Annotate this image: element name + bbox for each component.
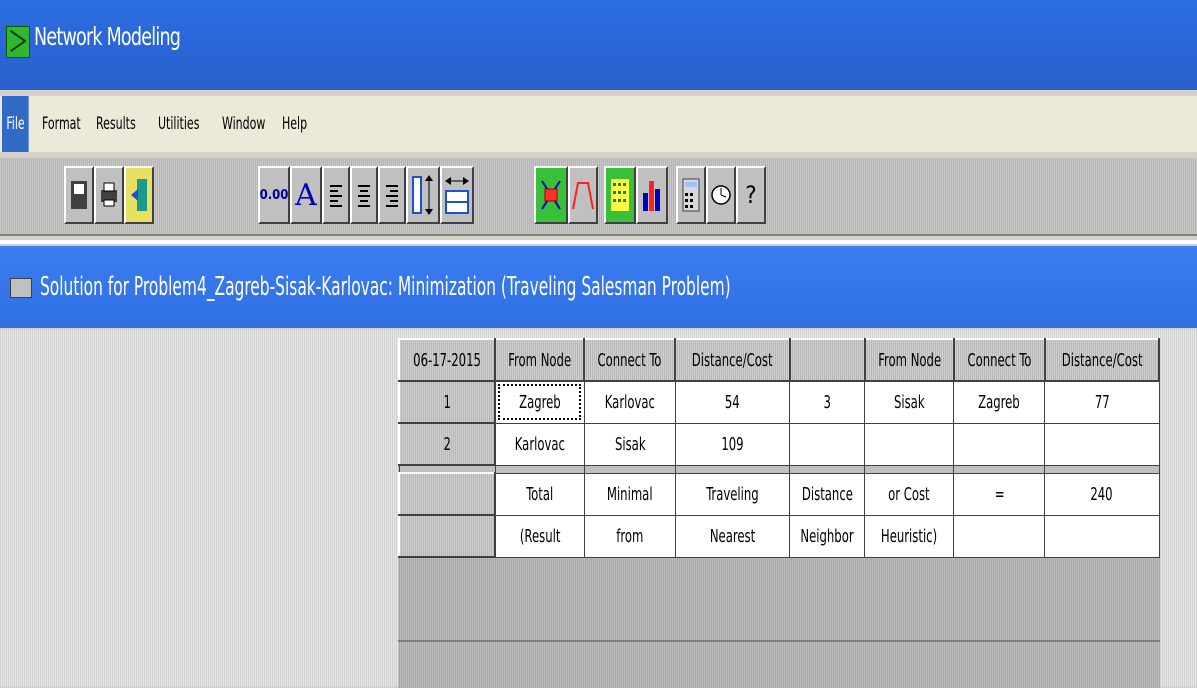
column-header: Distance/Cost (1043, 338, 1161, 382)
summary-cell[interactable]: Heuristic) (864, 514, 955, 558)
row-height-icon[interactable] (406, 166, 440, 224)
row-header[interactable]: 1 (397, 380, 497, 424)
column-header: From Node (494, 338, 586, 382)
summary-row: Total Minimal Traveling Distance or Cost… (397, 472, 1160, 516)
date-header: 06-17-2015 (397, 338, 497, 382)
graph-network-icon[interactable] (534, 166, 568, 224)
solution-table: 06-17-2015 From Node Connect To Distance… (397, 338, 1161, 558)
summary-cell[interactable] (953, 514, 1046, 558)
table-row: 1 Zagreb Karlovac 54 3 Sisak Zagreb 77 (397, 380, 1160, 424)
menu-file[interactable]: File (2, 96, 29, 152)
menu-help[interactable]: Help (282, 96, 307, 152)
chart-line-icon[interactable] (568, 166, 598, 224)
menu-utilities[interactable]: Utilities (158, 96, 199, 152)
header-row: 06-17-2015 From Node Connect To Distance… (397, 338, 1161, 382)
row-header[interactable]: 2 (397, 422, 497, 466)
table-row: 2 Karlovac Sisak 109 (397, 422, 1160, 466)
summary-cell[interactable]: Total (494, 472, 585, 516)
align-right-icon[interactable] (378, 166, 406, 224)
align-center-icon[interactable] (350, 166, 378, 224)
column-header (788, 338, 866, 382)
menu-format[interactable]: Format (42, 96, 81, 152)
grid-empty-area (398, 640, 1160, 688)
row-header[interactable] (397, 472, 497, 516)
table-cell[interactable] (953, 422, 1046, 466)
summary-cell[interactable]: Distance (789, 472, 866, 516)
app-title: Network Modeling (34, 22, 181, 51)
column-header: Connect To (952, 338, 1046, 382)
save-icon[interactable] (64, 166, 94, 224)
table-cell[interactable]: 54 (674, 380, 791, 424)
table-cell[interactable]: Karlovac (494, 422, 585, 466)
summary-cell[interactable]: Traveling (674, 472, 791, 516)
solution-grid: 06-17-2015 From Node Connect To Distance… (397, 338, 1161, 686)
font-icon[interactable]: A (290, 166, 322, 224)
print-icon[interactable] (94, 166, 124, 224)
separator (0, 240, 1197, 244)
total-value-cell[interactable]: 240 (1044, 472, 1160, 516)
menu-results[interactable]: Results (96, 96, 136, 152)
network-app-icon (6, 26, 30, 58)
table-cell[interactable]: Sisak (583, 422, 676, 466)
decimal-format-icon[interactable]: 0.00 (258, 166, 290, 224)
table-cell[interactable] (789, 422, 866, 466)
table-cell[interactable] (864, 422, 955, 466)
column-width-icon[interactable] (440, 166, 474, 224)
table-cell[interactable] (1044, 422, 1160, 466)
exit-icon[interactable] (124, 166, 154, 224)
summary-cell[interactable]: = (953, 472, 1046, 516)
toolbar: 0.00 A ? (0, 158, 1197, 236)
summary-cell[interactable]: Nearest (674, 514, 791, 558)
table-cell[interactable]: 109 (674, 422, 791, 466)
summary-cell[interactable]: Neighbor (789, 514, 866, 558)
calculator-icon[interactable] (676, 166, 706, 224)
table-cell[interactable]: Zagreb (953, 380, 1046, 424)
table-cell[interactable]: Karlovac (583, 380, 676, 424)
menu-window[interactable]: Window (222, 96, 265, 152)
column-header: Connect To (583, 338, 677, 382)
matrix-icon[interactable] (604, 166, 636, 224)
window-icon (10, 278, 32, 298)
bar-chart-icon[interactable] (636, 166, 668, 224)
summary-cell[interactable]: Minimal (583, 472, 676, 516)
column-header: From Node (863, 338, 955, 382)
summary-cell[interactable]: (Result (494, 514, 585, 558)
solution-window-title-bar: Solution for Problem4_Zagreb-Sisak-Karlo… (0, 246, 1197, 328)
menu-bar: File Format Results Utilities Window Hel… (0, 96, 1197, 152)
align-left-icon[interactable] (322, 166, 350, 224)
help-icon[interactable]: ? (736, 166, 766, 224)
table-cell[interactable]: Sisak (864, 380, 955, 424)
summary-cell[interactable]: from (583, 514, 676, 558)
table-cell[interactable]: Zagreb (494, 380, 585, 424)
summary-cell[interactable]: or Cost (864, 472, 955, 516)
table-cell[interactable]: 77 (1044, 380, 1160, 424)
row-header[interactable] (397, 514, 497, 558)
column-header: Distance/Cost (674, 338, 791, 382)
app-title-bar: Network Modeling (0, 0, 1197, 90)
clock-icon[interactable] (706, 166, 736, 224)
solution-title: Solution for Problem4_Zagreb-Sisak-Karlo… (40, 272, 731, 302)
table-cell[interactable]: 3 (789, 380, 866, 424)
summary-row: (Result from Nearest Neighbor Heuristic) (397, 514, 1160, 558)
spacer-row (398, 464, 1160, 474)
summary-cell[interactable] (1044, 514, 1160, 558)
